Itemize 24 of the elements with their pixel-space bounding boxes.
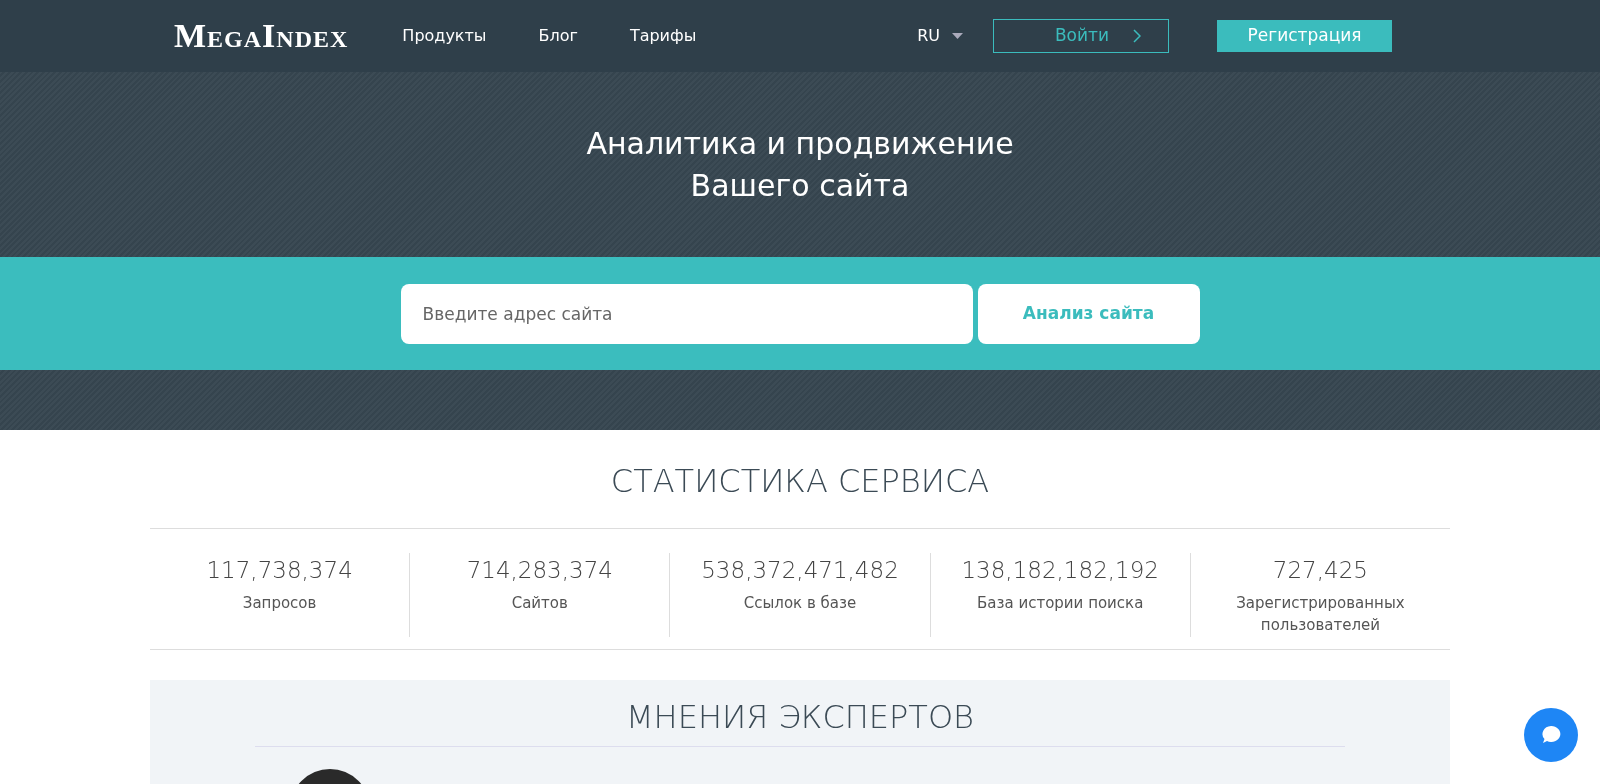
stat-label: Ссылок в базе [742, 592, 858, 614]
logo[interactable]: MegaIndex [174, 19, 349, 53]
chat-bubble-icon [1540, 724, 1562, 746]
stat-label: Сайтов [510, 592, 569, 614]
stat-value: 138,182,182,192 [960, 556, 1160, 586]
stat-label: База истории поиска [976, 592, 1145, 614]
url-input-field[interactable]: Введите адрес сайта [400, 283, 973, 344]
chat-button[interactable] [1524, 708, 1578, 762]
stat-label: Зарегистрированных пользователей [1235, 592, 1406, 637]
chevron-right-icon [1133, 29, 1142, 43]
stat-value: 117,738,374 [205, 556, 354, 586]
caret-icon [952, 33, 963, 39]
nav-link[interactable]: Продукты [402, 24, 487, 48]
section-title: СТАТИСТИКА СЕРВИСА [609, 462, 991, 501]
language-selector[interactable]: RU [911, 23, 969, 49]
stat-value: 714,283,374 [465, 556, 614, 586]
section-title: МНЕНИЯ ЭКСПЕРТОВ [625, 697, 975, 737]
nav-link[interactable]: Тарифы [629, 24, 697, 48]
nav-link[interactable]: Блог [538, 24, 578, 48]
stat-value: 538,372,471,482 [700, 556, 900, 586]
stat-value: 727,425 [1271, 556, 1369, 586]
login-button[interactable]: Войти [993, 19, 1169, 53]
hero-title: Аналитика и продвижение Вашего сайта [586, 124, 1014, 205]
stat-label: Запросов [241, 592, 318, 614]
